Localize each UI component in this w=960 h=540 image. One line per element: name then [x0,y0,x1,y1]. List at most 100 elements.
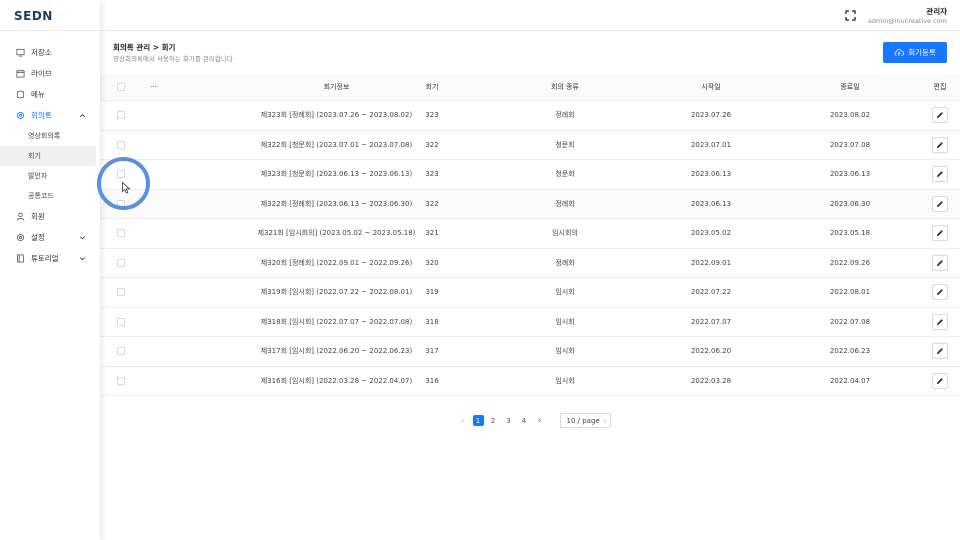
table-row[interactable]: 제317회 [임시회] (2022.06.20 ~ 2022.06.23) 317… [100,337,960,367]
cell-end: 2023.07.08 [829,140,871,149]
cell-type: 임시회 [555,376,575,385]
breadcrumb: 회의록 관리 > 회기 [113,43,176,52]
table-row[interactable]: 제319회 [임시회] (2022.07.22 ~ 2022.08.01) 319… [100,278,960,308]
live-icon [16,69,25,78]
pencil-icon [937,171,943,178]
row-checkbox[interactable] [117,258,125,267]
table-row[interactable]: 제323회 [정례회] (2023.07.26 ~ 2023.08.02) 323… [100,101,960,131]
cell-edit [925,219,955,248]
cell-end: 2023.08.02 [829,111,871,120]
add-session-button[interactable]: 회기등록 [883,42,947,63]
table-row[interactable]: 제322회 [정례회] (2023.06.13 ~ 2023.06.30) 322… [100,189,960,219]
table-body: 제323회 [정례회] (2023.07.26 ~ 2023.08.02) 323… [100,101,960,396]
cell-edit [925,101,955,130]
cell-start: 2023.06.13 [690,170,732,179]
cell-round: 320 [425,258,439,267]
sidebar-item-storage[interactable]: 저장소 [0,42,100,63]
prev-page-button[interactable]: ‹ [455,413,470,428]
row-checkbox[interactable] [117,317,125,326]
cloud-upload-icon [894,49,905,56]
cell-type: 정례회 [555,258,575,267]
pencil-icon [937,377,943,384]
cell-end: 2022.04.07 [829,376,871,385]
row-select-cell [117,308,127,337]
sidebar-item-minutes[interactable]: 회의록 [0,105,100,126]
page-subtitle: 영상회의록에서 사용하는 회기를 관리합니다 [113,55,233,63]
sidebar-item-members[interactable]: 회원 [0,206,100,227]
edit-button[interactable] [932,313,948,330]
row-checkbox[interactable] [117,288,125,297]
edit-button[interactable] [932,136,948,153]
table-row[interactable]: 제320회 [정례회] (2022.09.01 ~ 2022.09.26) 320… [100,249,960,278]
row-checkbox[interactable] [117,229,125,238]
sidebar-item-live[interactable]: 라이브 [0,63,100,84]
row-select-cell [117,131,127,160]
pagination: ‹ 1 2 3 4 › 10 / page ⌄ [455,413,611,428]
chevron-down-icon: ⌄ [602,417,608,424]
chevron-down-icon [80,236,85,240]
sidebar-item-label: 회원 [31,212,45,221]
brand-logo[interactable]: SEDN [14,9,53,23]
top-bar: 관리자 admin@inucreative.com [100,0,960,31]
row-select-cell [117,367,127,396]
table-row[interactable]: 제316회 [임시회] (2022.03.28 ~ 2022.04.07) 316… [100,367,960,396]
page-button-2[interactable]: 2 [486,413,501,428]
edit-button[interactable] [932,166,948,183]
cell-start: 2022.06.20 [690,347,732,356]
table-row[interactable]: 제318회 [임시회] (2022.07.07 ~ 2022.07.08) 318… [100,308,960,337]
sidebar-subitem-label: 영상회의록 [28,132,61,140]
table-row[interactable]: 제321회 [임시회의] (2023.05.02 ~ 2023.05.18) 32… [100,219,960,249]
cell-end: 2022.07.08 [829,317,871,326]
cell-edit [925,367,955,396]
edit-button[interactable] [932,254,948,271]
cell-end: 2022.09.26 [829,258,871,267]
edit-button[interactable] [932,225,948,242]
pencil-icon [937,289,943,296]
page-size-value: 10 / page [566,416,600,425]
edit-button[interactable] [932,107,948,124]
select-all-cell [117,74,127,100]
sidebar-subitem-speaker[interactable]: 발언자 [0,166,100,186]
cell-start: 2022.07.22 [690,288,732,297]
sidebar-subitem-video-minutes[interactable]: 영상회의록 [0,126,100,146]
header-more[interactable]: ··· [150,74,160,100]
edit-button[interactable] [932,195,948,212]
edit-button[interactable] [932,372,948,389]
select-all-checkbox[interactable] [117,83,125,91]
edit-button[interactable] [932,284,948,301]
sidebar-subitem-common-code[interactable]: 공통코드 [0,186,100,206]
sidebar-item-settings[interactable]: 설정 [0,227,100,248]
header-start: 시작일 [701,83,721,91]
pencil-icon [937,141,943,148]
sidebar-item-label: 회의록 [31,111,52,120]
row-select-cell [117,101,127,130]
cell-type: 정례회 [555,111,575,120]
sidebar-subitem-label: 공통코드 [28,192,54,200]
row-checkbox[interactable] [117,347,125,356]
sidebar-item-tutorial[interactable]: 튜토리얼 [0,248,100,269]
row-checkbox[interactable] [117,111,125,120]
page-button-4[interactable]: 4 [517,413,532,428]
cell-end: 2023.06.13 [829,170,871,179]
chevron-down-icon [80,257,85,261]
user-name[interactable]: 관리자 [926,6,947,17]
row-select-cell [117,337,127,366]
page-button-1[interactable]: 1 [472,415,484,426]
next-page-button[interactable]: › [532,413,547,428]
cell-round: 323 [425,170,439,179]
sidebar-subitem-session[interactable]: 회기 [0,146,96,166]
edit-button[interactable] [932,343,948,360]
table-row[interactable]: 제323회 [청문회] (2023.06.13 ~ 2023.06.13) 323… [100,160,960,190]
page-button-3[interactable]: 3 [501,413,516,428]
cell-type: 청문회 [555,140,575,149]
page-size-select[interactable]: 10 / page ⌄ [559,413,611,428]
cell-type: 청문회 [555,170,575,179]
sidebar-item-menu[interactable]: 메뉴 [0,84,100,105]
row-checkbox[interactable] [117,140,125,149]
table-row[interactable]: 제322회 [청문회] (2023.07.01 ~ 2023.07.08) 322… [100,131,960,160]
cell-start: 2023.07.01 [690,140,732,149]
gear-icon [16,111,25,120]
fullscreen-icon[interactable] [845,10,856,21]
chevron-up-icon [80,114,85,118]
row-checkbox[interactable] [117,376,125,385]
